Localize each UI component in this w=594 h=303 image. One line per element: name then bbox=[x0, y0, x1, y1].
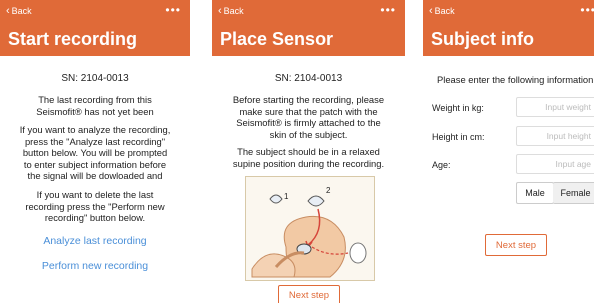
serial-number: SN: 2104-0013 bbox=[61, 73, 129, 84]
weight-input[interactable]: Input weight bbox=[516, 97, 594, 117]
sex-female-option[interactable]: Female bbox=[553, 182, 594, 204]
serial-number: SN: 2104-0013 bbox=[274, 73, 343, 84]
height-input[interactable]: Input height bbox=[516, 126, 594, 146]
sex-male-option[interactable]: Male bbox=[516, 182, 554, 204]
text-line: to enter subject information before bbox=[23, 158, 167, 170]
page-title: Start recording bbox=[8, 29, 138, 49]
placement-instructions: Before starting the recording, please ma… bbox=[212, 94, 405, 140]
height-label: Height in cm: bbox=[432, 132, 485, 142]
status-text: The last recording from this Seismofit® … bbox=[0, 94, 190, 117]
position-instructions: The subject should be in a relaxed supin… bbox=[212, 146, 405, 169]
text-line: press the "Analyze last recording" bbox=[24, 135, 166, 147]
age-input[interactable]: Input age bbox=[516, 154, 594, 174]
more-options-icon[interactable]: ••• bbox=[380, 3, 396, 17]
text-line: If you want to analyze the recording, bbox=[19, 124, 171, 135]
form-prompt: Please enter the following information bbox=[437, 74, 594, 85]
chevron-left-icon: ‹ bbox=[429, 4, 433, 17]
illustration-step-2: 2 bbox=[326, 186, 331, 195]
text-line: The last recording from this bbox=[38, 94, 152, 105]
next-step-button[interactable]: Next step bbox=[485, 234, 547, 256]
text-line: The subject should be in a relaxed bbox=[237, 146, 380, 157]
more-options-icon[interactable]: ••• bbox=[580, 3, 594, 17]
page-title: Subject info bbox=[431, 29, 534, 49]
text-line: button below. You will be prompted bbox=[22, 147, 168, 158]
chevron-left-icon: ‹ bbox=[6, 4, 10, 17]
illustration-step-1: 1 bbox=[284, 192, 289, 201]
sensor-placement-drawing: 1 2 bbox=[251, 186, 367, 278]
header-bar: ‹ Back ••• Subject info bbox=[423, 0, 594, 56]
back-label: Back bbox=[223, 6, 244, 16]
next-step-button[interactable]: Next step bbox=[278, 285, 340, 303]
perform-new-recording-button[interactable]: Perform new recording bbox=[0, 260, 190, 272]
text-line: make sure that the patch with the bbox=[239, 105, 378, 117]
text-line: skin of the subject. bbox=[269, 128, 348, 140]
subject-info-screen: ‹ Back ••• Subject info Please enter the… bbox=[423, 0, 594, 303]
place-sensor-screen: ‹ Back ••• Place Sensor SN: 2104-0013 Be… bbox=[212, 0, 405, 303]
start-recording-screen: ‹ Back ••• Start recording SN: 2104-0013… bbox=[0, 0, 190, 303]
analyze-last-recording-button[interactable]: Analyze last recording bbox=[0, 235, 190, 247]
text-line: recording press the "Perform new bbox=[25, 200, 165, 212]
text-line: Seismofit® has not yet been bbox=[36, 105, 154, 117]
text-line: supine position during the recording. bbox=[232, 157, 385, 169]
weight-label: Weight in kg: bbox=[432, 103, 484, 113]
back-button[interactable]: ‹ Back bbox=[218, 4, 244, 17]
text-line: the signal will be dowloaded and bbox=[27, 170, 163, 181]
page-title: Place Sensor bbox=[220, 29, 334, 49]
more-options-icon[interactable]: ••• bbox=[165, 3, 181, 17]
age-label: Age: bbox=[432, 160, 451, 170]
text-line: recording" button below. bbox=[44, 212, 146, 223]
header-bar: ‹ Back ••• Place Sensor bbox=[212, 0, 405, 56]
sensor-placement-illustration: 1 2 bbox=[245, 176, 375, 281]
text-line: Before starting the recording, please bbox=[232, 94, 385, 105]
text-line: Seismofit® is firmly attached to the bbox=[236, 117, 381, 128]
text-line: If you want to delete the last bbox=[36, 189, 154, 200]
back-label: Back bbox=[434, 6, 455, 16]
analyze-instructions: If you want to analyze the recording, pr… bbox=[0, 124, 190, 182]
back-button[interactable]: ‹ Back bbox=[6, 4, 32, 17]
header-bar: ‹ Back ••• Start recording bbox=[0, 0, 190, 56]
back-label: Back bbox=[11, 6, 32, 16]
chevron-left-icon: ‹ bbox=[218, 4, 222, 17]
delete-instructions: If you want to delete the last recording… bbox=[0, 189, 190, 224]
back-button[interactable]: ‹ Back bbox=[429, 4, 455, 17]
